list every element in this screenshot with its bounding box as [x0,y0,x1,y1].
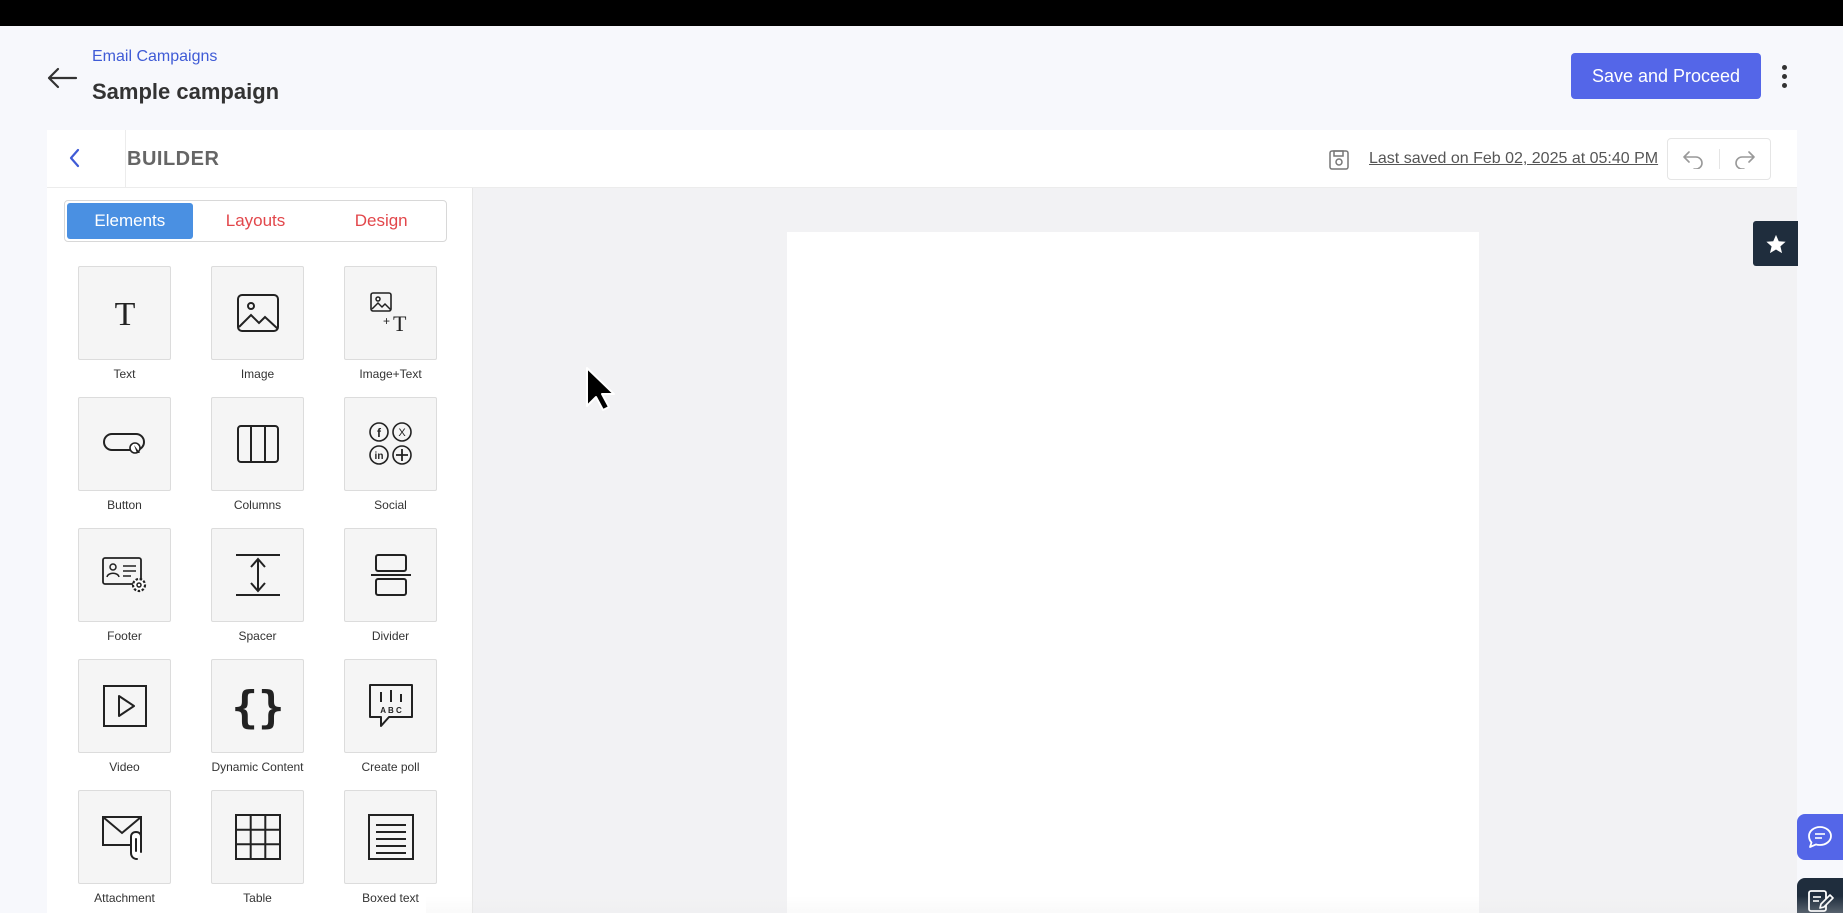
email-body-dropzone[interactable] [787,232,1479,913]
table-icon [234,814,281,860]
redo-button[interactable] [1720,139,1771,179]
attachment-icon [101,816,142,860]
sidebar-tabs: Elements Layouts Design [64,200,447,242]
video-icon [102,685,147,727]
svg-text:T: T [393,311,407,335]
element-image[interactable]: Image [211,266,304,381]
tab-design[interactable]: Design [318,203,444,239]
back-button[interactable] [44,60,80,96]
chat-icon [1808,826,1832,848]
breadcrumb[interactable]: Email Campaigns [92,48,217,66]
tab-layouts[interactable]: Layouts [193,203,319,239]
columns-icon [236,425,279,463]
svg-text:T: T [114,296,135,333]
element-footer[interactable]: Footer [78,528,171,643]
last-saved-link[interactable]: Last saved on Feb 02, 2025 at 05:40 PM [1369,150,1658,168]
element-image-text[interactable]: + T Image+Text [344,266,437,381]
arrow-left-icon [47,67,78,89]
element-create-poll[interactable]: A B C Create poll [344,659,437,774]
element-social[interactable]: f Xin Social [344,397,437,512]
undo-icon [1683,151,1704,169]
notes-button[interactable] [1797,878,1843,913]
element-table[interactable]: Table [211,790,304,905]
redo-icon [1734,151,1755,169]
builder-panel: BUILDER Last saved on Feb 02, 2025 at 05… [47,130,1797,913]
element-boxed-text[interactable]: Boxed text [344,790,437,905]
app-container: Email Campaigns Sample campaign Save and… [0,26,1843,913]
star-icon [1765,234,1786,253]
favorites-button[interactable] [1753,221,1798,266]
page-header: Email Campaigns Sample campaign Save and… [0,26,1843,130]
toolbar-divider [125,130,126,188]
svg-text:{}: {} [234,682,282,730]
chat-support-button[interactable] [1797,814,1843,860]
tab-elements[interactable]: Elements [67,203,193,239]
save-status-icon [1327,148,1351,172]
button-icon [102,433,145,456]
page-title: Sample campaign [92,79,280,104]
divider-icon [370,554,411,596]
builder-title: BUILDER [127,148,220,170]
svg-text:X: X [398,427,406,439]
element-text[interactable]: T Text [78,266,171,381]
undo-redo-group [1667,138,1771,180]
element-dynamic-content[interactable]: {} Dynamic Content [211,659,304,774]
element-columns[interactable]: Columns [211,397,304,512]
elements-sidebar: Elements Layouts Design T Text Image + T … [47,188,473,913]
social-icon: f Xin [368,422,412,465]
collapse-sidebar-button[interactable] [63,146,87,170]
element-attachment[interactable]: Attachment [78,790,171,905]
svg-text:A B C: A B C [380,706,402,715]
text-icon: T [114,296,135,333]
element-spacer[interactable]: Spacer [211,528,304,643]
spacer-icon [235,554,280,596]
svg-text:in: in [374,451,383,462]
boxed-text-icon [367,814,414,860]
svg-text:+: + [383,314,390,328]
more-options-icon[interactable] [1772,56,1796,96]
builder-toolbar: BUILDER Last saved on Feb 02, 2025 at 05… [47,130,1797,188]
dynamic-content-icon: {} [234,682,282,730]
chevron-left-icon [69,148,80,168]
footer-icon [101,557,146,593]
element-video[interactable]: Video [78,659,171,774]
element-button[interactable]: Button [78,397,171,512]
save-and-proceed-button[interactable]: Save and Proceed [1571,53,1761,99]
editor-canvas[interactable] [473,188,1797,913]
undo-button[interactable] [1668,139,1719,179]
image-icon [236,294,279,332]
window-top-bar [0,0,1843,26]
element-divider[interactable]: Divider [344,528,437,643]
poll-icon: A B C [368,684,413,727]
edit-notes-icon [1808,890,1834,912]
svg-text:f: f [377,426,382,440]
image-text-icon: + T [369,292,407,335]
